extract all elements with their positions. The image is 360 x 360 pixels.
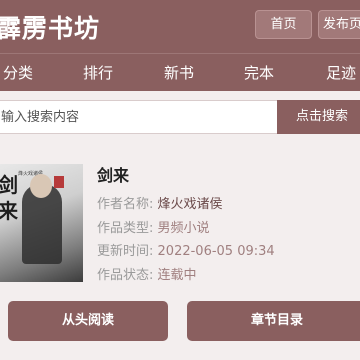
home-button[interactable]: 首页 [255,10,312,39]
cover-title: 剑来 [0,173,18,223]
header: 霹雳书坊 首页 发布页 [0,0,360,53]
updated-value: 2022-06-05 09:34 [157,244,275,259]
author-label: 作者名称: [97,197,154,212]
nav-item-new-books[interactable]: 新书 [164,62,194,83]
search-input[interactable] [0,100,277,134]
nav-item-ranking[interactable]: 排行 [83,62,113,83]
book-cover[interactable]: 剑来 烽火戏诸侯 [0,164,83,282]
cover-seal [54,176,64,188]
publish-page-button[interactable]: 发布页 [318,10,360,39]
search-bar: 点击搜索 [0,100,360,134]
cover-figure-head [30,174,52,198]
category-value: 男频小说 [157,221,210,236]
chapter-list-button[interactable]: 章节目录 [187,301,360,341]
author-row: 作者名称: 烽火戏诸侯 [97,193,223,212]
book-info: 剑来 烽火戏诸侯 剑来 作者名称: 烽火戏诸侯 作品类型: 男频小说 更新时间:… [0,150,360,290]
category-row: 作品类型: 男频小说 [97,217,210,236]
nav-item-category[interactable]: 分类 [3,62,33,83]
nav-item-history[interactable]: 足迹 [326,62,356,83]
updated-label: 更新时间: [97,244,154,259]
action-buttons: 从头阅读 章节目录 [0,301,360,341]
status-row: 作品状态: 连载中 [97,264,197,283]
main-nav: 分类 排行 新书 完本 足迹 [0,53,360,91]
status-label: 作品状态: [97,268,154,283]
status-value: 连载中 [157,268,197,283]
nav-item-completed[interactable]: 完本 [244,62,274,83]
read-from-start-button[interactable]: 从头阅读 [8,301,168,341]
book-title: 剑来 [97,166,130,185]
book-detail-page: 霹雳书坊 首页 发布页 分类 排行 新书 完本 足迹 点击搜索 剑来 烽火戏诸侯… [0,0,360,360]
search-button[interactable]: 点击搜索 [277,100,360,134]
site-title[interactable]: 霹雳书坊 [0,9,100,45]
author-link[interactable]: 烽火戏诸侯 [158,197,223,212]
category-label: 作品类型: [97,221,154,236]
updated-row: 更新时间: 2022-06-05 09:34 [97,240,275,259]
